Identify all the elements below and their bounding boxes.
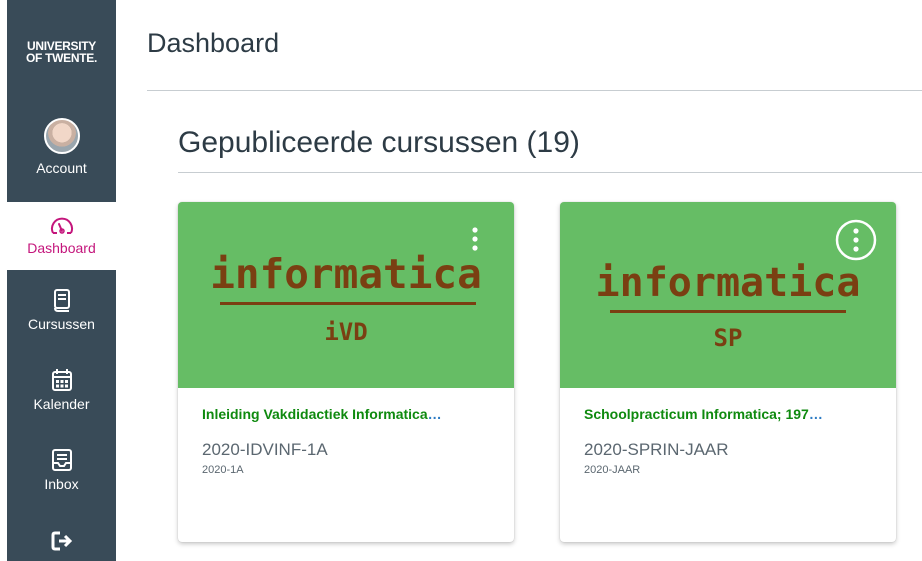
hero-subtitle: SP — [713, 324, 743, 352]
course-card-image[interactable]: informatica SP — [560, 202, 896, 388]
nav-item-calendar[interactable]: Kalender — [7, 368, 116, 412]
page-title: Dashboard — [147, 28, 280, 58]
title-ellipsis: … — [808, 406, 823, 422]
logo-line-2: OF TWENTE. — [26, 51, 97, 65]
kebab-menu-icon[interactable] — [834, 218, 878, 262]
hero-title: informatica — [210, 250, 482, 298]
nav-item-label: Account — [36, 160, 87, 176]
course-term: 2020-JAAR — [584, 464, 641, 476]
calendar-icon — [51, 369, 72, 391]
nav-item-label: Dashboard — [27, 240, 96, 256]
book-icon — [53, 289, 70, 312]
header-divider — [147, 90, 922, 91]
title-ellipsis: … — [427, 406, 442, 422]
logout-icon — [51, 531, 72, 551]
course-code: 2020-IDVINF-1A — [202, 440, 328, 459]
global-navigation: UNIVERSITY OF TWENTE. Account Dashboard … — [7, 0, 116, 561]
hero-underline — [220, 302, 476, 305]
course-card[interactable]: informatica SP Schoolpracticum Informati… — [560, 202, 896, 542]
course-term: 2020-1A — [202, 464, 244, 476]
nav-item-dashboard[interactable]: Dashboard — [7, 202, 116, 270]
hero-underline — [610, 310, 846, 313]
course-card-image[interactable]: informatica iVD — [178, 202, 514, 388]
course-title-link[interactable]: Schoolpracticum Informatica; 197… — [584, 406, 880, 422]
nav-item-label: Cursussen — [28, 316, 95, 332]
course-card[interactable]: informatica iVD Inleiding Vakdidactiek I… — [178, 202, 514, 542]
course-title-text: Schoolpracticum Informatica; 197 — [584, 406, 809, 422]
nav-item-courses[interactable]: Cursussen — [7, 288, 116, 332]
hero-subtitle: iVD — [324, 318, 368, 346]
nav-item-logout[interactable] — [7, 530, 116, 556]
dashboard-icon — [50, 217, 73, 234]
course-title-text: Inleiding Vakdidactiek Informatica — [202, 406, 428, 422]
kebab-menu-icon[interactable] — [470, 226, 480, 256]
nav-item-label: Kalender — [33, 396, 90, 412]
nav-item-inbox[interactable]: Inbox — [7, 448, 116, 492]
hero-title: informatica — [595, 260, 861, 306]
university-logo[interactable]: UNIVERSITY OF TWENTE. — [7, 40, 116, 64]
inbox-icon — [51, 449, 72, 471]
course-code: 2020-SPRIN-JAAR — [584, 440, 729, 459]
course-title-link[interactable]: Inleiding Vakdidactiek Informatica… — [202, 406, 498, 422]
avatar — [43, 118, 80, 154]
nav-item-label: Inbox — [44, 476, 79, 492]
section-title: Gepubliceerde cursussen (19) — [178, 126, 580, 159]
nav-item-account[interactable]: Account — [7, 118, 116, 176]
section-divider — [178, 172, 922, 173]
